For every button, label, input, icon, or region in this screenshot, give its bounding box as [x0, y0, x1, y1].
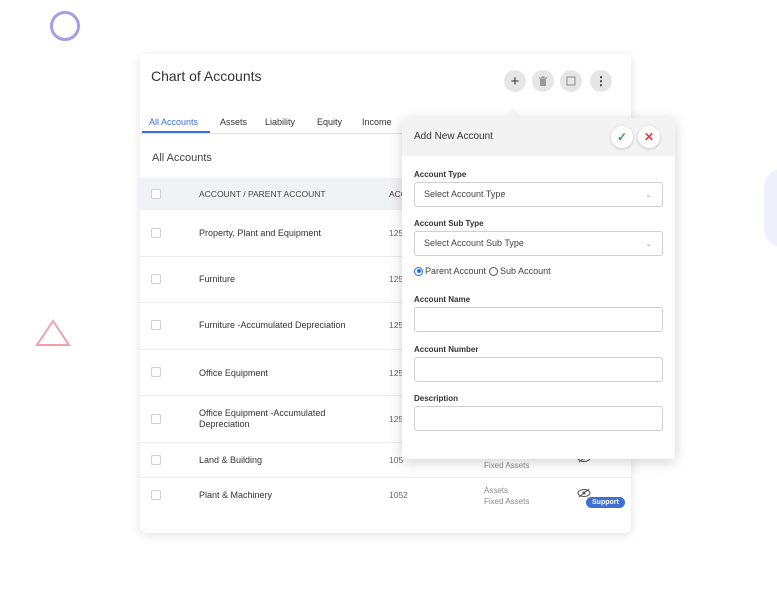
decorative-edge-shape	[764, 168, 777, 248]
window-button[interactable]	[560, 70, 582, 92]
more-options-button[interactable]: ⋮	[590, 70, 612, 92]
page-title: Chart of Accounts	[151, 68, 262, 84]
select-all-checkbox[interactable]	[151, 189, 161, 199]
account-number: 1052	[389, 490, 408, 500]
add-account-popover: Add New Account ✓ ✕ Account Type Select …	[402, 108, 675, 459]
account-type-label: Account Type	[414, 170, 467, 179]
sub-account-radio[interactable]	[489, 266, 499, 276]
confirm-button[interactable]: ✓	[611, 126, 633, 148]
section-title: All Accounts	[152, 152, 212, 164]
popover-title: Add New Account	[414, 131, 493, 142]
row-checkbox[interactable]	[151, 367, 161, 377]
account-subtype: Fixed Assets	[484, 497, 530, 506]
account-number-input[interactable]	[414, 357, 663, 382]
account-type-select[interactable]: Select Account Type ⌄	[414, 182, 663, 207]
description-input[interactable]	[414, 406, 663, 431]
square-icon	[566, 76, 576, 86]
popover-header: Add New Account ✓ ✕	[402, 118, 675, 156]
row-checkbox[interactable]	[151, 228, 161, 238]
account-type-placeholder: Select Account Type	[424, 189, 506, 199]
row-checkbox[interactable]	[151, 414, 161, 424]
tab-liability[interactable]: Liability	[265, 117, 295, 127]
account-number-label: Account Number	[414, 345, 479, 354]
account-name-input[interactable]	[414, 307, 663, 332]
parent-account-label: Parent Account	[425, 266, 487, 276]
account-name: Furniture -Accumulated Depreciation	[199, 320, 346, 330]
description-label: Description	[414, 394, 459, 403]
trash-icon	[539, 75, 547, 86]
account-subtype: Fixed Assets	[484, 461, 530, 470]
account-name: Property, Plant and Equipment	[199, 228, 321, 238]
chevron-down-icon: ⌄	[645, 239, 652, 248]
account-name: Office Equipment -Accumulated Depreciati…	[199, 408, 326, 429]
table-row[interactable]: Plant & Machinery 1052 Assets Fixed Asse…	[140, 478, 631, 513]
account-name: Furniture	[199, 274, 236, 284]
account-sub-type-label: Account Sub Type	[414, 219, 484, 228]
account-sub-type-select[interactable]: Select Account Sub Type ⌄	[414, 231, 663, 256]
account-type: Assets	[484, 486, 509, 495]
row-checkbox[interactable]	[151, 274, 161, 284]
tab-all-accounts[interactable]: All Accounts	[149, 117, 198, 127]
active-tab-indicator	[142, 131, 210, 133]
account-name-label: Account Name	[414, 295, 471, 304]
account-name: Office Equipment	[199, 368, 268, 378]
row-checkbox[interactable]	[151, 455, 161, 465]
sub-account-label: Sub Account	[500, 266, 551, 276]
tab-income[interactable]: Income	[362, 117, 392, 127]
plus-icon: +	[510, 72, 520, 90]
decorative-circle	[50, 11, 80, 41]
row-checkbox[interactable]	[151, 490, 161, 500]
tab-assets[interactable]: Assets	[220, 117, 247, 127]
check-icon: ✓	[616, 130, 628, 144]
close-button[interactable]: ✕	[638, 126, 660, 148]
column-header-account: ACCOUNT / PARENT ACCOUNT	[199, 189, 326, 199]
close-icon: ✕	[643, 130, 655, 144]
row-checkbox[interactable]	[151, 320, 161, 330]
account-name: Plant & Machinery	[199, 490, 273, 500]
parent-account-radio[interactable]	[414, 266, 423, 276]
account-sub-type-placeholder: Select Account Sub Type	[424, 238, 524, 248]
account-level-radios: Parent Account Sub Account	[414, 266, 551, 276]
kebab-menu-icon: ⋮	[595, 74, 607, 88]
support-badge[interactable]: Support	[586, 497, 625, 508]
chevron-down-icon: ⌄	[645, 190, 652, 199]
decorative-triangle-icon	[35, 319, 71, 346]
account-name: Land & Building	[199, 455, 263, 465]
add-account-button[interactable]: +	[504, 70, 526, 92]
tab-equity[interactable]: Equity	[317, 117, 342, 127]
delete-button[interactable]	[532, 70, 554, 92]
